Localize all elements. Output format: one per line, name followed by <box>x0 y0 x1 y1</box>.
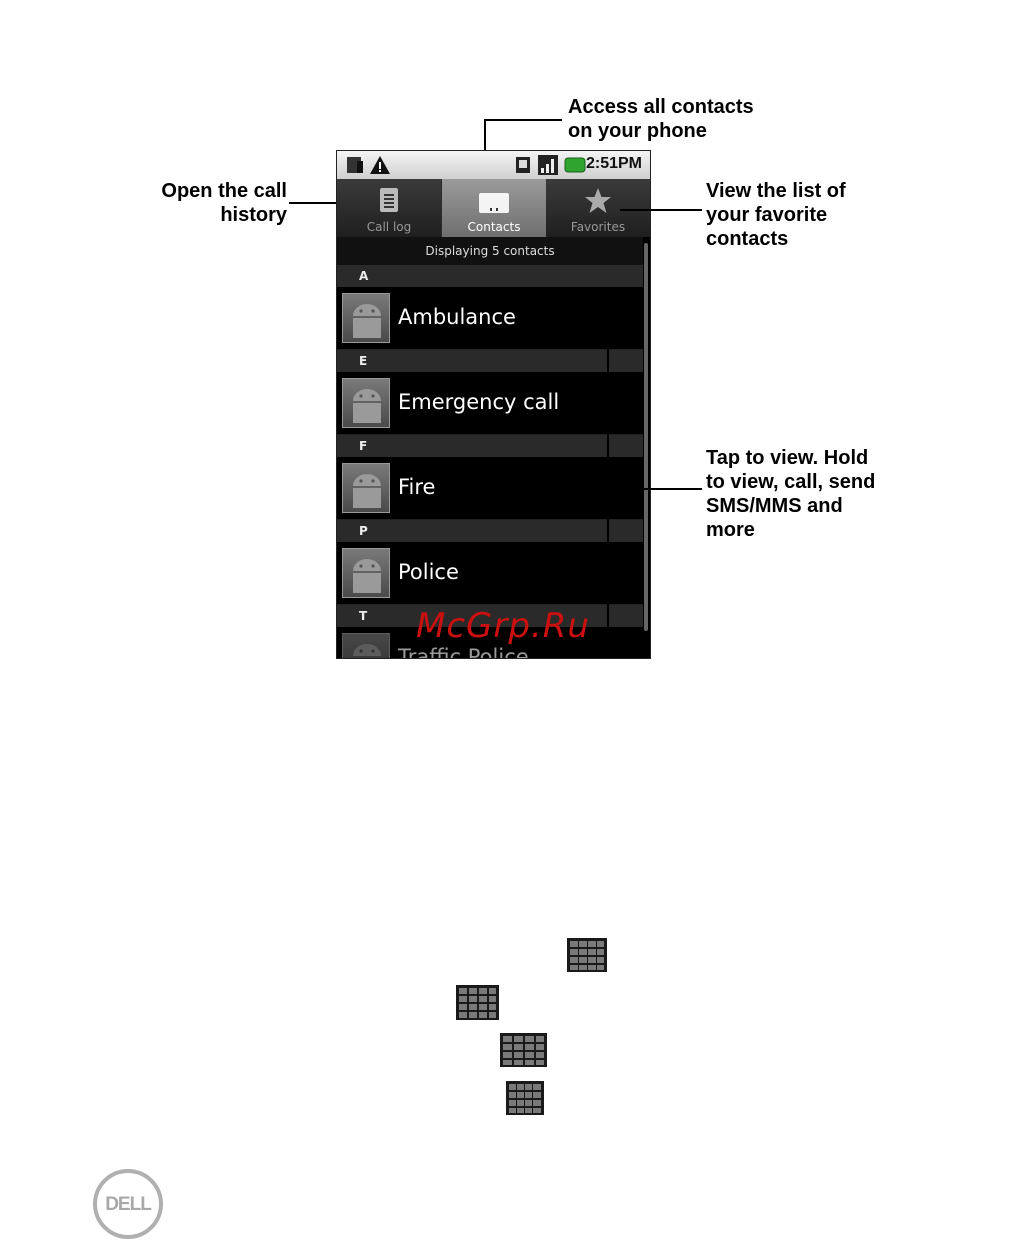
app-grid-icon <box>500 1033 547 1067</box>
callout-line: more <box>706 519 755 541</box>
avatar <box>342 463 390 513</box>
app-grid-icon <box>506 1081 544 1115</box>
avatar <box>342 633 390 658</box>
section-header: A <box>337 265 643 287</box>
leader-line <box>484 119 562 121</box>
warning-icon <box>370 156 390 174</box>
contact-list: Displaying 5 contacts A Ambulance E Emer… <box>337 237 643 659</box>
status-time: 2:51PM <box>585 155 642 172</box>
app-grid-icon <box>567 938 607 972</box>
tab-bar: Call log Contacts Favorites <box>337 179 650 237</box>
callout-line: to view, call, send <box>706 471 876 493</box>
android-icon <box>353 304 381 338</box>
section-header: F <box>337 435 643 457</box>
callout-line: Tap to view. Hold <box>706 447 869 469</box>
contact-count: Displaying 5 contacts <box>337 237 643 265</box>
contacts-icon <box>479 193 509 213</box>
call-log-icon <box>380 188 398 212</box>
contact-name: Police <box>398 560 459 584</box>
avatar <box>342 378 390 428</box>
tab-label: Contacts <box>467 220 521 234</box>
tab-favorites[interactable]: Favorites <box>546 179 650 237</box>
android-icon <box>353 644 381 656</box>
tab-call-log[interactable]: Call log <box>337 179 441 237</box>
contact-row[interactable]: Fire <box>337 457 643 520</box>
star-icon <box>585 188 611 213</box>
contact-row[interactable]: Emergency call <box>337 372 643 435</box>
callout-line: history <box>220 204 287 226</box>
app-grid-icon <box>456 985 499 1020</box>
avatar <box>342 293 390 343</box>
contact-row[interactable]: Police <box>337 542 643 605</box>
callout-access-all-contacts: Access all contacts on your phone <box>568 95 754 143</box>
callout-line: View the list of <box>706 180 846 202</box>
leader-line <box>607 488 702 490</box>
sim-icon <box>516 157 530 173</box>
status-bar: 2:51PM <box>337 151 650 179</box>
scrollbar[interactable] <box>644 243 648 631</box>
signal-icon <box>538 155 558 175</box>
callout-line: Open the call <box>161 180 287 202</box>
tab-label: Call log <box>366 220 412 234</box>
callout-line: on your phone <box>568 120 707 142</box>
callout-tap-to-view: Tap to view. Hold to view, call, send SM… <box>706 446 875 542</box>
callout-line: your favorite <box>706 204 828 226</box>
contact-name: Emergency call <box>398 390 560 414</box>
avatar <box>342 548 390 598</box>
leader-line <box>607 317 609 648</box>
svg-text:DELL: DELL <box>105 1194 152 1215</box>
android-icon <box>353 559 381 593</box>
sd-card-icon <box>347 157 363 173</box>
tab-label: Favorites <box>570 220 626 234</box>
phone-screenshot: 2:51PM Call log Contacts Favorites Displ… <box>336 150 651 659</box>
section-header: E <box>337 350 643 372</box>
battery-icon <box>564 157 586 173</box>
android-icon <box>353 389 381 423</box>
contact-name: Traffic Police <box>398 645 529 659</box>
dell-logo: DELL <box>93 1169 163 1239</box>
callout-line: Access all contacts <box>568 96 754 118</box>
leader-line <box>620 209 702 211</box>
watermark: McGrp.Ru <box>416 606 590 646</box>
android-icon <box>353 474 381 508</box>
contact-name: Fire <box>398 475 436 499</box>
callout-favorites: View the list of your favorite contacts <box>706 179 846 251</box>
callout-line: SMS/MMS and <box>706 495 843 517</box>
leader-line <box>517 646 609 648</box>
leader-line <box>517 317 609 319</box>
callout-call-history: Open the call history <box>150 179 287 227</box>
section-header: P <box>337 520 643 542</box>
contact-name: Ambulance <box>398 305 516 329</box>
tab-contacts[interactable]: Contacts <box>442 179 546 237</box>
callout-line: contacts <box>706 228 789 250</box>
